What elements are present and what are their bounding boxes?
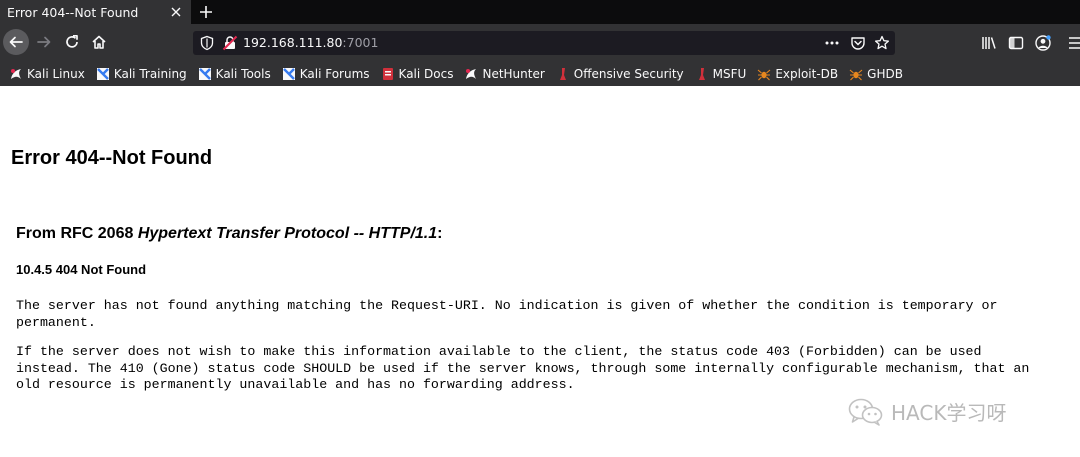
tab-title: Error 404--Not Found [7,4,139,20]
overflow-menu-icon[interactable] [1066,34,1080,52]
offsec-icon [559,68,566,80]
bookmark-kali-docs[interactable]: Kali Docs [381,67,454,81]
arrow-left-icon [9,36,23,48]
bookmark-offensive-security[interactable]: Offensive Security [556,67,684,81]
kali-training-icon [96,68,109,80]
rfc-prefix: From RFC 2068 [16,225,138,242]
sidebar-icon[interactable] [1007,34,1025,52]
nethunter-icon [466,69,477,79]
bookmark-kali-tools[interactable]: Kali Tools [198,67,271,81]
bookmark-label: Kali Linux [27,67,85,81]
page-title: Error 404--Not Found [11,147,213,169]
shield-icon[interactable] [199,35,215,51]
reload-button[interactable] [59,29,85,55]
kali-forums-icon [282,68,295,80]
reload-icon [66,34,78,48]
paragraph-alternatives: If the server does not wish to make this… [16,344,1030,392]
bookmark-exploit-db[interactable]: Exploit-DB [757,67,838,81]
bookmark-ghdb[interactable]: GHDB [849,67,903,81]
pocket-icon[interactable] [850,35,866,51]
home-button[interactable] [86,29,112,55]
tab-strip: Error 404--Not Found [0,0,1080,24]
bookmark-label: MSFU [712,67,747,81]
bookmark-msfu[interactable]: MSFU [695,67,747,81]
bookmark-label: Offensive Security [573,67,684,81]
rfc-heading: From RFC 2068 Hypertext Transfer Protoco… [16,225,442,243]
bookmark-label: GHDB [867,67,903,81]
bookmark-label: NetHunter [482,67,545,81]
msfu-icon [698,68,705,80]
bookmark-star-icon[interactable] [874,35,890,51]
url-host: 192.168.111.80 [243,35,343,50]
exploitdb-spider-icon [757,69,771,81]
insecure-lock-icon[interactable] [222,35,238,51]
library-icon[interactable] [980,34,998,52]
watermark-text: HACK学习呀 [891,401,1007,425]
url-text[interactable]: 192.168.111.80:7001 [243,35,378,50]
rfc-suffix: : [437,225,443,242]
bookmark-kali-linux[interactable]: Kali Linux [9,67,85,81]
bookmark-kali-forums[interactable]: Kali Forums [282,67,370,81]
bookmark-label: Kali Training [113,67,187,81]
tab-active[interactable]: Error 404--Not Found [0,0,191,24]
bookmark-nethunter[interactable]: NetHunter [464,67,545,81]
kali-tools-icon [198,68,211,80]
wechat-icon [848,398,883,426]
close-icon[interactable] [169,5,183,19]
home-icon [92,35,106,49]
ghdb-spider-icon [849,69,863,81]
back-button[interactable] [3,29,29,55]
bookmark-label: Kali Forums [299,67,370,81]
more-actions-icon[interactable] [824,35,840,51]
bookmark-label: Kali Tools [215,67,271,81]
navigation-toolbar: 192.168.111.80:7001 [0,24,1080,62]
section-heading: 10.4.5 404 Not Found [16,262,147,277]
arrow-right-icon [37,36,51,48]
url-port: :7001 [342,35,379,50]
kali-docs-icon [382,68,393,80]
new-tab-button[interactable] [196,2,216,22]
watermark: HACK学习呀 [848,397,1006,426]
paragraph-not-found: The server has not found anything matchi… [16,298,998,330]
bookmark-label: Exploit-DB [775,67,839,81]
account-icon[interactable] [1034,34,1052,52]
bookmarks-toolbar: Kali Linux Kali Training Kali Tools Kali… [0,62,1080,86]
bookmark-kali-training[interactable]: Kali Training [96,67,187,81]
bookmark-label: Kali Docs [398,67,454,81]
kali-dragon-icon [11,69,21,79]
plus-icon [200,6,212,18]
page-content: Error 404--Not Found From RFC 2068 Hyper… [0,86,1080,457]
rfc-title: Hypertext Transfer Protocol -- HTTP/1.1 [137,225,438,242]
address-bar[interactable]: 192.168.111.80:7001 [193,31,895,55]
forward-button[interactable] [31,29,57,55]
